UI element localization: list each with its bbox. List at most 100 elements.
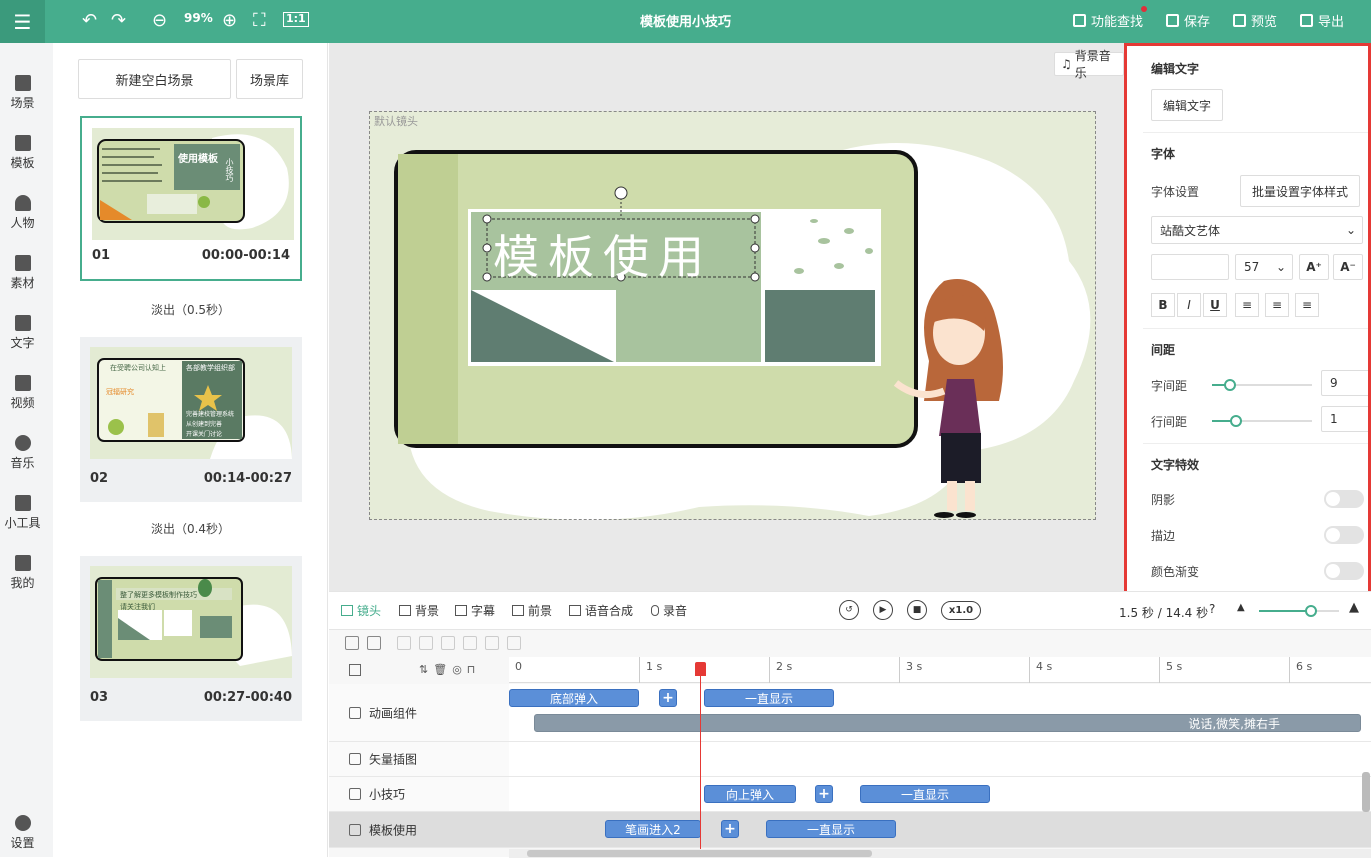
animation-clip[interactable]: 一直显示 — [704, 689, 834, 707]
time-ruler[interactable]: 0 1 s 2 s 3 s 4 s 5 s 6 s — [509, 657, 1371, 683]
zoom-in-mountain-icon[interactable]: ▲ — [1349, 600, 1359, 615]
font-family-select[interactable]: 站酷文艺体 ⌄ — [1151, 216, 1363, 244]
nav-item-scene[interactable]: 场景 — [0, 75, 45, 111]
vertical-scrollbar[interactable] — [1362, 772, 1370, 812]
nav-item-video[interactable]: 视频 — [0, 375, 45, 411]
action-clip[interactable]: 说话,微笑,摊右手 — [534, 714, 1361, 732]
zoom-out-icon[interactable]: ⊖ — [152, 8, 167, 34]
distribute-icon[interactable] — [507, 636, 521, 650]
trash-icon[interactable]: 🗑 — [433, 663, 452, 676]
tab-foreground[interactable]: 前景 — [512, 602, 552, 619]
nav-item-person[interactable]: 人物 — [0, 195, 45, 231]
nav-item-music[interactable]: 音乐 — [0, 435, 45, 471]
sort-icon[interactable]: ⇅ — [419, 663, 433, 676]
new-blank-scene-button[interactable]: 新建空白场景 — [78, 59, 231, 99]
align-left-icon[interactable]: ≡ — [1235, 293, 1259, 317]
animation-clip[interactable]: 一直显示 — [860, 785, 990, 803]
background-music-button[interactable]: ♫ 背景音乐 — [1054, 49, 1124, 80]
scene-card[interactable]: 整了解更多模板制作技巧 请关注我们 03 00:27-00:40 — [80, 556, 302, 721]
animation-clip[interactable]: 底部弹入 — [509, 689, 639, 707]
align-icon[interactable] — [419, 636, 433, 650]
italic-button[interactable]: I — [1177, 293, 1201, 317]
rewind-icon[interactable]: ↺ — [839, 600, 859, 620]
redo-icon[interactable]: ↷ — [111, 8, 126, 34]
align-right-icon[interactable]: ≡ — [1295, 293, 1319, 317]
font-color-input[interactable] — [1151, 254, 1229, 280]
filter-icon[interactable] — [345, 636, 359, 650]
transition-label[interactable]: 淡出（0.4秒） — [53, 520, 328, 537]
distribute-icon[interactable] — [485, 636, 499, 650]
font-size-increase-button[interactable]: A⁺ — [1299, 254, 1329, 280]
feature-search-button[interactable]: 功能查找 — [1073, 11, 1143, 30]
track-header[interactable]: 模板使用 — [329, 812, 509, 848]
add-animation-button[interactable]: + — [815, 785, 833, 803]
edit-text-button[interactable]: 编辑文字 — [1151, 89, 1223, 121]
transition-label[interactable]: 淡出（0.5秒） — [53, 301, 328, 318]
add-animation-button[interactable]: + — [721, 820, 739, 838]
font-size-decrease-button[interactable]: A⁻ — [1333, 254, 1363, 280]
scene-library-button[interactable]: 场景库 — [236, 59, 303, 99]
track-header[interactable]: 动画组件 — [329, 684, 509, 742]
font-size-select[interactable]: 57 ⌄ — [1235, 254, 1293, 280]
line-spacing-slider[interactable] — [1212, 415, 1312, 427]
batch-font-style-button[interactable]: 批量设置字体样式 — [1240, 175, 1360, 207]
slider-handle[interactable] — [1230, 415, 1242, 427]
slider-handle[interactable] — [1224, 379, 1236, 391]
zoom-out-mountain-icon[interactable]: ▲ — [1237, 602, 1245, 613]
align-icon[interactable] — [441, 636, 455, 650]
save-button[interactable]: 保存 — [1166, 11, 1210, 30]
preview-button[interactable]: 预览 — [1233, 11, 1277, 30]
distribute-icon[interactable] — [463, 636, 477, 650]
scene-card[interactable]: 在受聘公司认知上 各部教学组织部 冠辐研究 完善建校管理系统 从创建到完善 开课… — [80, 337, 302, 502]
track-header[interactable]: 小技巧 — [329, 777, 509, 812]
nav-item-template[interactable]: 模板 — [0, 135, 45, 171]
stroke-toggle[interactable] — [1324, 526, 1364, 544]
animation-clip[interactable]: 向上弹入 — [704, 785, 796, 803]
layer-icon[interactable] — [367, 636, 381, 650]
nav-item-mine[interactable]: 我的 — [0, 555, 45, 591]
undo-icon[interactable]: ↶ — [82, 8, 97, 34]
fullscreen-icon[interactable]: ⛶ — [253, 8, 266, 34]
tab-tts[interactable]: 语音合成 — [569, 602, 633, 619]
export-button[interactable]: 导出 — [1300, 11, 1344, 30]
shadow-toggle[interactable] — [1324, 490, 1364, 508]
font-heading: 字体 — [1151, 147, 1176, 161]
animation-clip[interactable]: 笔画进入2 — [605, 820, 701, 838]
animation-clip[interactable]: 一直显示 — [766, 820, 896, 838]
scene-card[interactable]: 使用模板 小技巧 01 00:00-00:14 — [80, 116, 302, 281]
playhead[interactable] — [700, 663, 701, 858]
line-spacing-input[interactable]: 1 — [1321, 406, 1368, 432]
actual-size-icon[interactable]: 1:1 — [283, 12, 309, 27]
component-icon[interactable] — [349, 664, 361, 676]
timeline-zoom-slider[interactable] — [1259, 605, 1339, 617]
gradient-toggle[interactable] — [1324, 562, 1364, 580]
eye-off-icon[interactable]: ◎ — [452, 663, 467, 676]
tab-record[interactable]: 录音 — [651, 602, 687, 619]
tab-subtitle[interactable]: 字幕 — [455, 602, 495, 619]
align-center-icon[interactable]: ≡ — [1265, 293, 1289, 317]
hamburger-menu-icon[interactable]: ☰ — [0, 0, 45, 43]
slider-handle[interactable] — [1305, 605, 1317, 617]
add-animation-button[interactable]: + — [659, 689, 677, 707]
playback-speed[interactable]: x1.0 — [941, 601, 981, 620]
waveform-icon — [569, 605, 581, 616]
bold-button[interactable]: B — [1151, 293, 1175, 317]
letter-spacing-input[interactable]: 9 — [1321, 370, 1368, 396]
align-icon[interactable] — [397, 636, 411, 650]
zoom-in-icon[interactable]: ⊕ — [222, 8, 237, 34]
play-icon[interactable]: ▶ — [873, 600, 893, 620]
tab-background[interactable]: 背景 — [399, 602, 439, 619]
nav-item-settings[interactable]: 设置 — [0, 815, 45, 851]
lock-icon[interactable]: ⊓ — [467, 663, 481, 676]
track-header[interactable]: 矢量插图 — [329, 742, 509, 777]
stop-icon[interactable]: ■ — [907, 600, 927, 620]
scroll-thumb[interactable] — [527, 850, 872, 857]
tab-camera[interactable]: 镜头 — [341, 602, 381, 619]
help-icon[interactable]: ? — [1209, 602, 1215, 616]
track-row — [509, 742, 1371, 777]
nav-item-tools[interactable]: 小工具 — [0, 495, 45, 531]
letter-spacing-slider[interactable] — [1212, 379, 1312, 391]
nav-item-text[interactable]: 文字 — [0, 315, 45, 351]
underline-button[interactable]: U — [1203, 293, 1227, 317]
nav-item-material[interactable]: 素材 — [0, 255, 45, 291]
